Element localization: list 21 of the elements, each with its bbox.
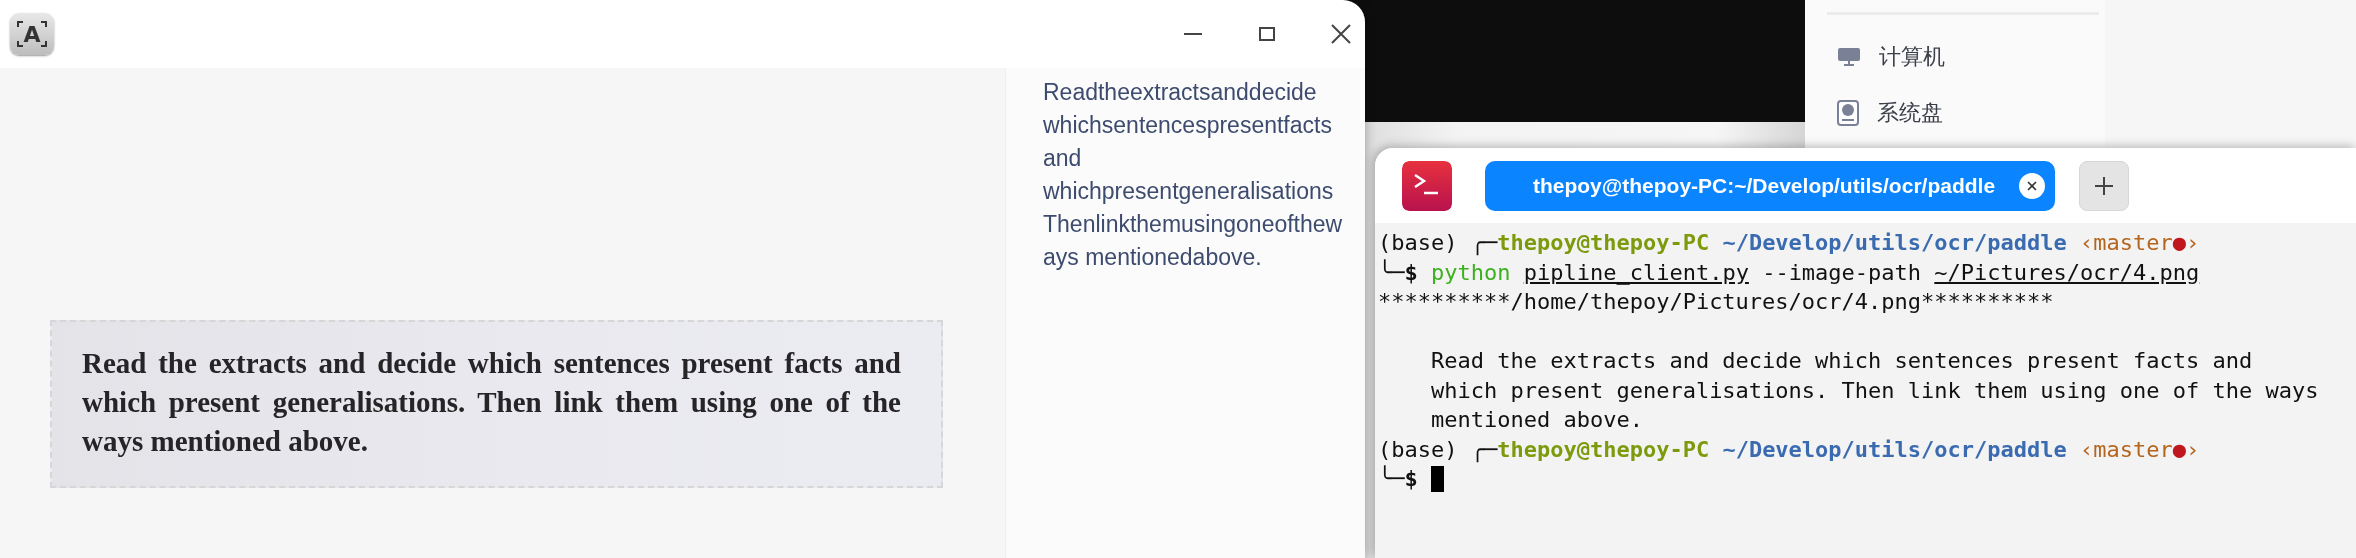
new-tab-button[interactable] xyxy=(2079,160,2129,211)
terminal-app-icon xyxy=(1402,160,1452,211)
terminal-line: **********/home/thepoy/Pictures/ocr/4.png********** xyxy=(1378,288,2054,316)
terminal-line: (base) ╭─thepoy@thepoy-PC ~/Develop/utils/ocr/paddle ‹master●› xyxy=(1378,435,2200,464)
monitor-icon xyxy=(1837,46,1861,68)
sidebar-item[interactable]: 系统盘 xyxy=(1827,85,2105,141)
app-icon: A xyxy=(10,13,54,55)
terminal-line: Read the extracts and decide which sentences present facts and xyxy=(1429,347,2253,375)
terminal-tab[interactable]: thepoy@thepoy-PC:~/Develop/utils/ocr/paddle xyxy=(1485,160,2055,211)
terminal-line: (base) ╭─thepoy@thepoy-PC ~/Develop/utils/ocr/paddle ‹master●› xyxy=(1378,229,2200,258)
close-icon[interactable] xyxy=(2019,172,2045,199)
sidebar-label: 计算机 xyxy=(1879,43,1945,71)
terminal-line: mentioned above. xyxy=(1429,406,1643,434)
sidebar-item[interactable]: 计算机 xyxy=(1827,29,2105,85)
terminal-line: which present generalisations. Then link them using one of the ways xyxy=(1429,376,2319,405)
plus-icon xyxy=(2093,174,2115,197)
terminal-line: ╰─$ python pipline_client.py --image-path ~/Pictures/ocr/4.png xyxy=(1378,258,2200,287)
ocr-result-text: Readtheextractsanddecide whichsentencespresentfacts and whichpresentgeneralisationsThenlinkthemusingoneoftheways mentionedabove. xyxy=(1043,78,1343,272)
sidebar-label: 系统盘 xyxy=(1877,99,1943,127)
terminal-line: ╰─$ xyxy=(1378,464,1418,493)
source-image-text: Read the extracts and decide which sentences present facts and which present generalisations. Then link them using one of the ways mentioned above. xyxy=(50,320,943,488)
